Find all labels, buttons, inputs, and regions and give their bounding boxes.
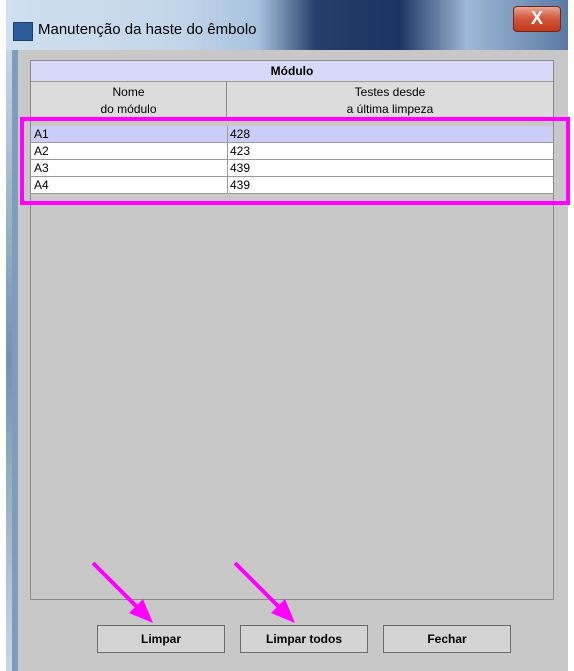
column-header-line: a última limpeza: [346, 102, 434, 116]
window-border-left: [6, 50, 12, 671]
column-header-line: Nome: [112, 85, 145, 99]
fechar-button[interactable]: Fechar: [383, 625, 511, 653]
close-icon: X: [530, 8, 543, 28]
column-header-tests[interactable]: Testes desde a última limpeza: [227, 82, 553, 120]
column-header-line: Testes desde: [354, 85, 426, 99]
column-header-module-name[interactable]: Nome do módulo: [31, 82, 227, 120]
arrow-to-limpar-todos: [233, 561, 295, 623]
app-icon: [13, 22, 33, 41]
title-bar[interactable]: Manutenção da haste do êmbolo X: [6, 0, 568, 50]
rows-highlight-box: [20, 117, 570, 205]
table-group-header: Módulo: [31, 61, 553, 82]
column-header-line: do módulo: [100, 102, 157, 116]
arrow-to-limpar: [91, 561, 153, 623]
close-button[interactable]: X: [513, 6, 561, 32]
window-title: Manutenção da haste do êmbolo: [38, 21, 257, 38]
